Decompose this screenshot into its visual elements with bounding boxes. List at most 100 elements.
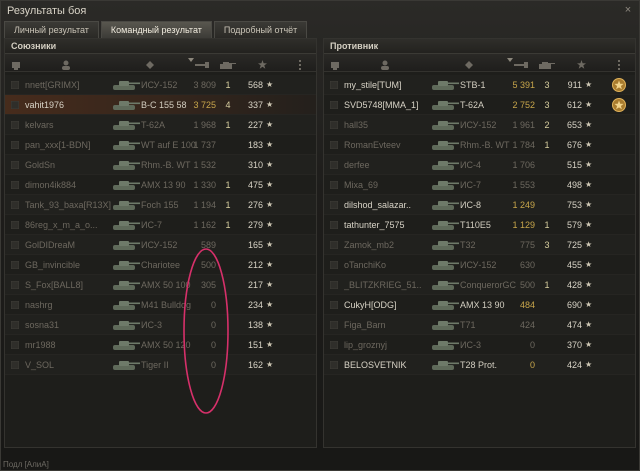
table-row[interactable]: Figa_Barn T71 424 474 ★: [324, 315, 635, 335]
table-row[interactable]: RomanEvteev Rhm.-B. WT 1 784 1 676 ★: [324, 135, 635, 155]
close-icon[interactable]: ×: [622, 4, 634, 16]
kills-value: [541, 295, 553, 315]
tab-team-result[interactable]: Командный результат: [100, 21, 212, 38]
kills-icon[interactable]: [218, 61, 236, 70]
tab-personal-result[interactable]: Личный результат: [4, 21, 99, 38]
table-row[interactable]: BELOSVETNIK T28 Prot. 0 424 ★: [324, 355, 635, 375]
squad-slot-icon: [11, 161, 19, 169]
player-name[interactable]: mr1988: [25, 335, 117, 355]
damage-icon[interactable]: [195, 61, 209, 69]
table-row[interactable]: Tank_93_baxa[R13X] Foch 155 1 194 1 276 …: [5, 195, 316, 215]
kills-value: [222, 235, 234, 255]
player-icon[interactable]: [380, 60, 390, 70]
player-name[interactable]: CukyH[ODG]: [344, 295, 436, 315]
table-row[interactable]: oTanchiKo ИСУ-152 630 455 ★: [324, 255, 635, 275]
table-row[interactable]: V_SOL Tiger II 0 162 ★: [5, 355, 316, 375]
player-name[interactable]: Zamok_mb2: [344, 235, 436, 255]
table-row[interactable]: my_stile[TUM] STB-1 5 391 3 911 ★: [324, 75, 635, 95]
options-icon[interactable]: [298, 60, 302, 70]
player-name[interactable]: Mixa_69: [344, 175, 436, 195]
squad-slot-icon: [11, 301, 19, 309]
table-row[interactable]: S_Fox[BALL8] AMX 50 100 305 217 ★: [5, 275, 316, 295]
options-icon[interactable]: [617, 60, 621, 70]
player-name[interactable]: tathunter_7575: [344, 215, 436, 235]
player-name[interactable]: RomanEvteev: [344, 135, 436, 155]
table-row[interactable]: _BLITZKRIEG_51.. ConquerorGC 500 1 428 ★: [324, 275, 635, 295]
player-name[interactable]: GolDIDreaM: [25, 235, 117, 255]
table-row[interactable]: 86reg_x_m_a_o... ИС-7 1 162 1 279 ★: [5, 215, 316, 235]
squad-slot-icon: [330, 101, 338, 109]
player-name[interactable]: nnett[GRIMX]: [25, 75, 117, 95]
player-name[interactable]: GoldSn: [25, 155, 117, 175]
table-row[interactable]: derfee ИС-4 1 706 515 ★: [324, 155, 635, 175]
star-icon: ★: [266, 360, 274, 369]
player-name[interactable]: nashrg: [25, 295, 117, 315]
squad-slot-icon: [330, 281, 338, 289]
table-row[interactable]: dilshod_salazar.. ИС-8 1 249 753 ★: [324, 195, 635, 215]
player-name[interactable]: dilshod_salazar..: [344, 195, 436, 215]
player-name[interactable]: hall35: [344, 115, 436, 135]
player-name[interactable]: _BLITZKRIEG_51..: [344, 275, 436, 295]
squad-icon[interactable]: [330, 61, 340, 70]
kills-icon[interactable]: [537, 61, 555, 70]
xp-star-icon[interactable]: [258, 60, 267, 69]
sort-arrow-icon[interactable]: [188, 58, 194, 62]
star-icon: ★: [266, 200, 274, 209]
table-row[interactable]: Mixa_69 ИС-7 1 553 498 ★: [324, 175, 635, 195]
player-name[interactable]: dimon4ik884: [25, 175, 117, 195]
squad-slot-icon: [330, 301, 338, 309]
star-icon: ★: [266, 180, 274, 189]
player-name[interactable]: sosna31: [25, 315, 117, 335]
player-name[interactable]: lip_groznyj: [344, 335, 436, 355]
table-row[interactable]: tathunter_7575 T110E5 1 129 1 579 ★: [324, 215, 635, 235]
table-row[interactable]: hall35 ИСУ-152 1 961 2 653 ★: [324, 115, 635, 135]
player-name[interactable]: kelvars: [25, 115, 117, 135]
table-row[interactable]: nnett[GRIMX] ИСУ-152 3 809 1 568 ★: [5, 75, 316, 95]
tab-bar: Личный результат Командный результат Под…: [4, 21, 308, 38]
player-name[interactable]: vahit1976: [25, 95, 117, 115]
player-name[interactable]: pan_xxx[1-BDN]: [25, 135, 117, 155]
table-row[interactable]: GB_invincible Chariotee 500 212 ★: [5, 255, 316, 275]
player-name[interactable]: BELOSVETNIK: [344, 355, 436, 375]
damage-value: 1 784: [512, 140, 535, 150]
table-row[interactable]: kelvars T-62A 1 968 1 227 ★: [5, 115, 316, 135]
vehicle-type-icon[interactable]: [464, 61, 474, 70]
tank-icon: [432, 121, 459, 130]
damage-icon[interactable]: [514, 61, 528, 69]
table-row[interactable]: dimon4ik884 AMX 13 90 1 330 1 475 ★: [5, 175, 316, 195]
player-name[interactable]: derfee: [344, 155, 436, 175]
kills-value: [541, 195, 553, 215]
player-name[interactable]: V_SOL: [25, 355, 117, 375]
table-row[interactable]: sosna31 ИС-3 0 138 ★: [5, 315, 316, 335]
squad-icon[interactable]: [11, 61, 21, 70]
player-name[interactable]: S_Fox[BALL8]: [25, 275, 117, 295]
table-row[interactable]: lip_groznyj ИС-3 0 370 ★: [324, 335, 635, 355]
player-name[interactable]: Tank_93_baxa[R13X]: [25, 195, 117, 215]
player-name[interactable]: 86reg_x_m_a_o...: [25, 215, 117, 235]
sort-arrow-icon[interactable]: [507, 58, 513, 62]
table-row[interactable]: GoldSn Rhm.-B. WT 1 532 310 ★: [5, 155, 316, 175]
table-row[interactable]: CukyH[ODG] AMX 13 90 484 690 ★: [324, 295, 635, 315]
table-row[interactable]: SVD5748[MMA_1] T-62A 2 752 3 612 ★: [324, 95, 635, 115]
xp-value: 183: [247, 140, 263, 150]
player-name[interactable]: my_stile[TUM]: [344, 75, 436, 95]
player-name[interactable]: oTanchiKo: [344, 255, 436, 275]
vehicle-type-icon[interactable]: [145, 61, 155, 70]
xp-value: 428: [566, 280, 582, 290]
star-icon: ★: [266, 320, 274, 329]
player-name[interactable]: GB_invincible: [25, 255, 117, 275]
player-name[interactable]: SVD5748[MMA_1]: [344, 95, 436, 115]
table-row[interactable]: nashrg M41 Bulldog 0 234 ★: [5, 295, 316, 315]
player-name[interactable]: Figa_Barn: [344, 315, 436, 335]
table-row[interactable]: mr1988 AMX 50 120 0 151 ★: [5, 335, 316, 355]
xp-value: 612: [566, 100, 582, 110]
table-row[interactable]: vahit1976 B-C 155 58 3 725 4 337 ★: [5, 95, 316, 115]
damage-value: 1 162: [193, 220, 216, 230]
player-icon[interactable]: [61, 60, 71, 70]
tab-detailed-report[interactable]: Подробный отчёт: [213, 21, 308, 38]
table-row[interactable]: pan_xxx[1-BDN] WT auf E 100 1 737 183 ★: [5, 135, 316, 155]
xp-star-icon[interactable]: [577, 60, 586, 69]
kills-value: [541, 155, 553, 175]
table-row[interactable]: GolDIDreaM ИСУ-152 589 165 ★: [5, 235, 316, 255]
table-row[interactable]: Zamok_mb2 T32 775 3 725 ★: [324, 235, 635, 255]
